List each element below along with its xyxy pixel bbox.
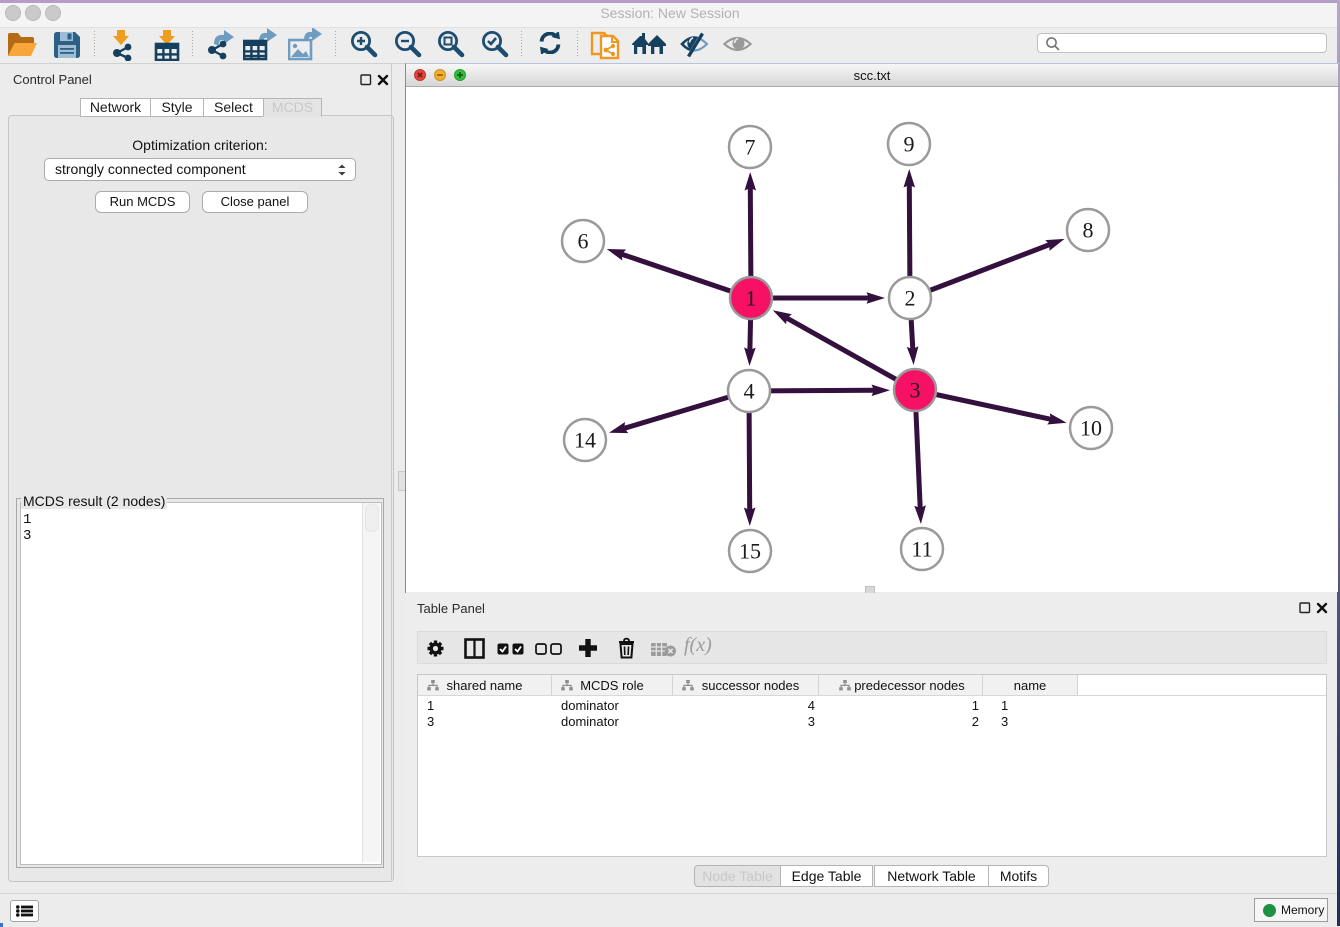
svg-text:3: 3: [910, 378, 921, 403]
svg-text:2: 2: [905, 286, 916, 311]
svg-text:11: 11: [911, 537, 932, 562]
svg-text:4: 4: [744, 379, 755, 404]
svg-text:1: 1: [746, 286, 757, 311]
svg-text:15: 15: [739, 539, 761, 564]
svg-text:7: 7: [745, 135, 756, 160]
svg-text:14: 14: [574, 428, 596, 453]
svg-text:9: 9: [904, 132, 915, 157]
svg-text:10: 10: [1080, 416, 1102, 441]
svg-text:6: 6: [578, 229, 589, 254]
svg-text:8: 8: [1083, 218, 1094, 243]
